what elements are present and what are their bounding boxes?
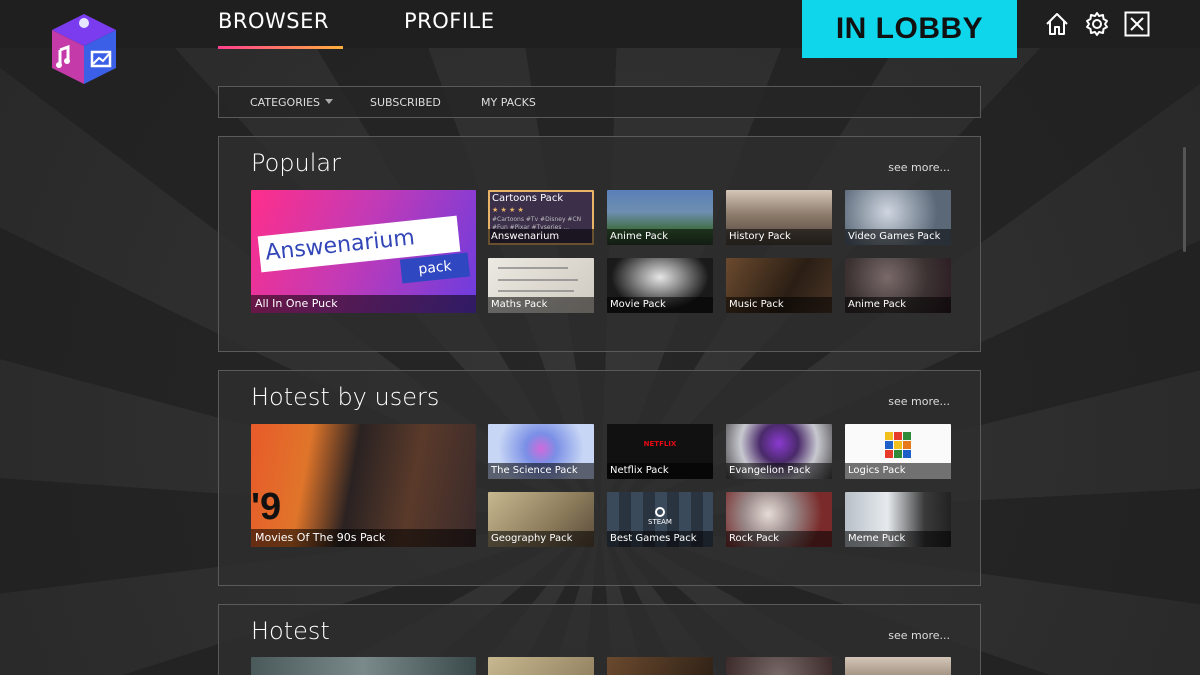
pack-label: Geography Pack [488, 531, 594, 547]
close-icon[interactable] [1124, 11, 1150, 37]
subscribed-link[interactable]: SUBSCRIBED [370, 96, 441, 109]
pack-label: Rock Pack [726, 531, 832, 547]
settings-icon[interactable] [1084, 11, 1110, 37]
netflix-logo: NETFLIX [643, 440, 677, 448]
pack-card-all-in-one[interactable]: Answenarium pack All In One Puck [251, 190, 476, 313]
pack-label: Anime Pack [607, 229, 713, 245]
pack-label: History Pack [726, 229, 832, 245]
rubiks-cube-image [885, 432, 911, 458]
sub-navigation: CATEGORIES SUBSCRIBED MY PACKS [218, 86, 981, 118]
pack-card-meme[interactable]: Meme Puck [845, 492, 951, 547]
pack-card-video-games[interactable]: Video Games Pack [845, 190, 951, 245]
steam-icon [655, 507, 665, 517]
pack-card-music[interactable]: Music Pack [726, 258, 832, 313]
pack-label: All In One Puck [251, 295, 476, 313]
pack-label: Movies Of The 90s Pack [251, 529, 476, 547]
steam-logo: STEAM [607, 507, 713, 526]
pack-card-science[interactable]: The Science Pack [488, 424, 594, 479]
pack-card-netflix[interactable]: NETFLIX Netflix Pack [607, 424, 713, 479]
see-more-link[interactable]: see more... [888, 629, 950, 642]
pack-card-anime-2[interactable]: Anime Pack [845, 258, 951, 313]
pack-logo-subtext: pack [399, 252, 471, 284]
section-title: Hotest by users [251, 383, 440, 411]
rating-stars: ★ ★ ★ ★ [492, 206, 524, 214]
pack-label: Netflix Pack [607, 463, 713, 479]
my-packs-link[interactable]: MY PACKS [481, 96, 536, 109]
pack-label: Anime Pack [845, 297, 951, 313]
pack-card[interactable] [845, 657, 951, 675]
pack-card[interactable] [488, 657, 594, 675]
pack-card[interactable] [607, 657, 713, 675]
pack-card-best-games[interactable]: STEAM Best Games Pack [607, 492, 713, 547]
pack-label: Music Pack [726, 297, 832, 313]
section-title: Hotest [251, 617, 330, 645]
pack-card-movies-90s[interactable]: '9 Movies Of The 90s Pack [251, 424, 476, 547]
pack-card-history[interactable]: History Pack [726, 190, 832, 245]
pack-card-movie[interactable]: Movie Pack [607, 258, 713, 313]
pack-card-maths[interactable]: Maths Pack [488, 258, 594, 313]
categories-label: CATEGORIES [250, 96, 321, 109]
pack-card[interactable] [726, 657, 832, 675]
home-icon[interactable] [1044, 11, 1070, 37]
pack-label: The Science Pack [488, 463, 594, 479]
scrollbar-thumb[interactable] [1183, 147, 1186, 252]
pack-label: Meme Puck [845, 531, 951, 547]
lobby-status-badge: IN LOBBY [802, 0, 1017, 58]
math-equations-image [498, 267, 578, 292]
hotest-section: Hotest see more... [218, 604, 981, 675]
pack-card-anime[interactable]: Anime Pack [607, 190, 713, 245]
pack-card-rock[interactable]: Rock Pack [726, 492, 832, 547]
hotest-by-users-section: Hotest by users see more... '9 Movies Of… [218, 370, 981, 586]
pack-label: Evangelion Pack [726, 463, 832, 479]
tab-profile[interactable]: PROFILE [404, 9, 495, 33]
pack-label: Answenarium [488, 229, 594, 245]
see-more-link[interactable]: see more... [888, 395, 950, 408]
nineties-graphic: '9 [251, 486, 282, 528]
app-logo [46, 8, 122, 88]
popular-section: Popular see more... Answenarium pack All… [218, 136, 981, 352]
tab-browser[interactable]: BROWSER [218, 9, 329, 33]
see-more-link[interactable]: see more... [888, 161, 950, 174]
pack-label: Best Games Pack [607, 531, 713, 547]
pack-card-evangelion[interactable]: Evangelion Pack [726, 424, 832, 479]
pack-label: Movie Pack [607, 297, 713, 313]
chevron-down-icon [325, 99, 334, 104]
pack-label: Maths Pack [488, 297, 594, 313]
top-bar [0, 0, 1200, 48]
pack-label: Video Games Pack [845, 229, 951, 245]
pack-card[interactable] [251, 657, 476, 675]
section-title: Popular [251, 149, 341, 177]
categories-dropdown[interactable]: CATEGORIES [250, 96, 334, 109]
pack-card-geography[interactable]: Geography Pack [488, 492, 594, 547]
pack-label: Logics Pack [845, 463, 951, 479]
pack-title: Cartoons Pack [492, 193, 564, 204]
pack-card-cartoons[interactable]: Cartoons Pack ★ ★ ★ ★ #Cartoons #Tv #Dis… [488, 190, 594, 245]
steam-logo-text: STEAM [648, 518, 672, 526]
pack-card-logics[interactable]: Logics Pack [845, 424, 951, 479]
active-tab-indicator [218, 46, 343, 49]
